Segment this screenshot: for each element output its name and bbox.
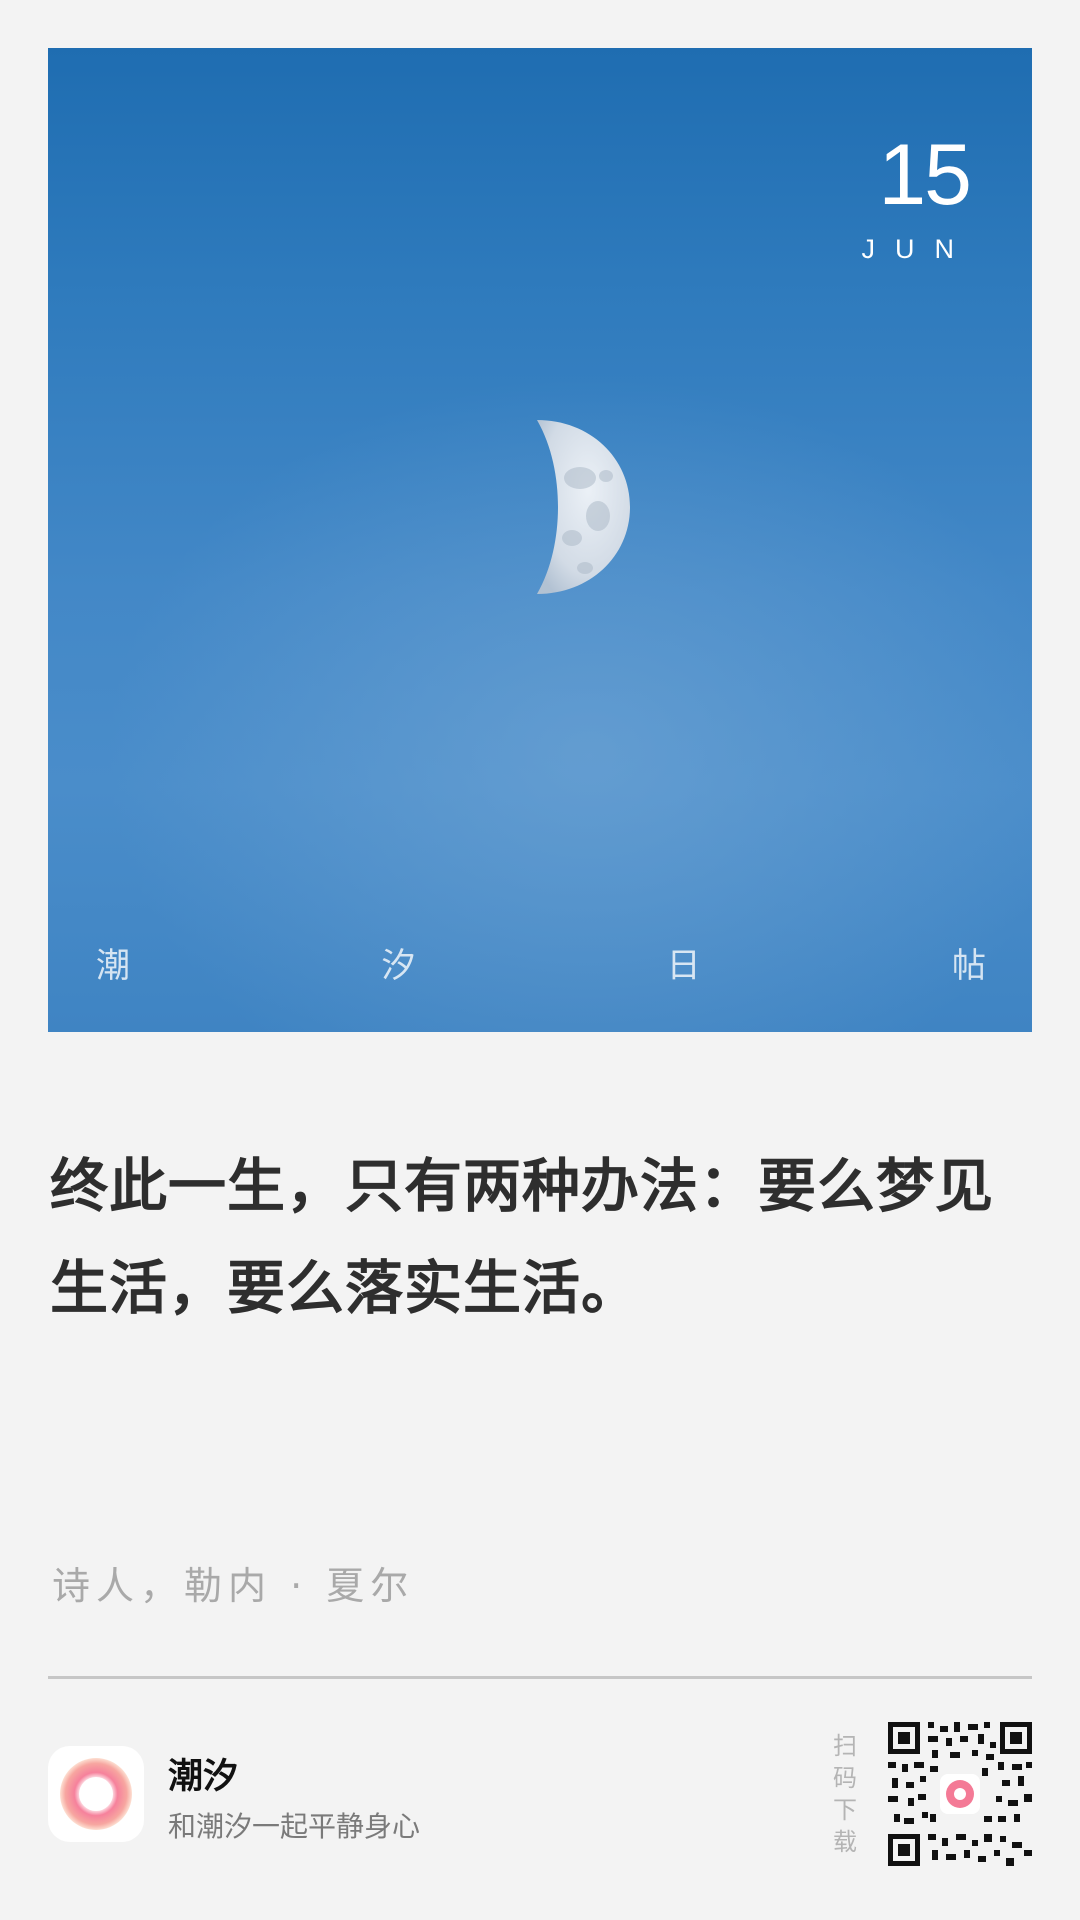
brand-char: 帖	[951, 946, 986, 986]
quote-text: 终此一生，只有两种办法：要么梦见生活，要么落实生活。	[50, 1152, 995, 1322]
qr-code[interactable]	[888, 1722, 1032, 1866]
app-logo-icon	[48, 1746, 144, 1842]
app-name: 潮汐	[168, 1757, 239, 1797]
scan-download-label: 扫码下载	[833, 1732, 857, 1856]
date-month: JUN	[861, 234, 974, 264]
half-moon-image	[537, 420, 630, 594]
brand-char: 潮	[96, 946, 130, 986]
date-day: 15	[878, 127, 972, 223]
app-tagline: 和潮汐一起平静身心	[168, 1810, 421, 1843]
divider	[48, 1676, 1032, 1679]
quote-author: 诗人，勒内 · 夏尔	[52, 1564, 415, 1608]
brand-strip: 潮 汐 日 帖	[48, 938, 1032, 987]
brand-char: 日	[666, 946, 701, 986]
brand-char: 汐	[381, 946, 416, 986]
moon-photo: 15 JUN 潮 汐 日 帖	[48, 48, 1032, 1032]
